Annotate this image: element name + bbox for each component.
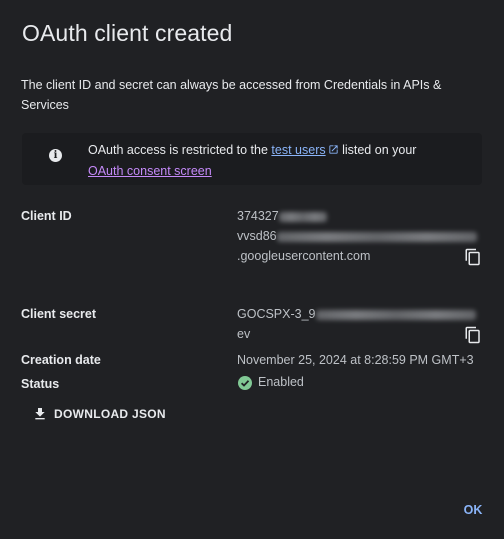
download-json-label: DOWNLOAD JSON [54,407,166,421]
redacted-blur [315,309,476,320]
status-value: Enabled [258,375,304,389]
client-secret-line1: GOCSPX-3_9 [237,307,316,321]
download-json-button[interactable]: DOWNLOAD JSON [32,402,166,426]
copy-icon [465,248,480,266]
copy-icon [465,326,480,344]
client-id-line3: .googleusercontent.com [237,249,371,263]
oauth-client-created-dialog: OAuth client created The client ID and s… [0,0,504,539]
dialog-description: The client ID and secret can always be a… [21,78,442,112]
info-text-before: OAuth access is restricted to the [88,143,272,157]
check-circle-icon [238,376,252,390]
client-secret-label: Client secret [21,307,97,321]
download-icon [35,408,45,420]
client-id-label: Client ID [21,209,72,223]
info-icon: i [49,149,62,162]
creation-date-value: November 25, 2024 at 8:28:59 PM GMT+3 [237,353,474,367]
test-users-link[interactable]: test users [271,143,325,157]
client-id-line1: 374327 [237,209,279,223]
redacted-blur [278,211,327,222]
client-id-value: 374327 vvsd86 .googleusercontent.com [237,206,482,266]
info-text-after: listed on your [338,143,417,157]
copy-client-secret-button[interactable] [464,326,484,346]
redacted-blur [276,231,477,242]
client-id-line2: vvsd86 [237,229,277,243]
client-secret-value: GOCSPX-3_9 ev [237,304,482,344]
copy-client-id-button[interactable] [464,248,484,268]
creation-date-label: Creation date [21,353,101,367]
status-label: Status [21,377,60,391]
info-banner: i OAuth access is restricted to the test… [22,133,482,185]
open-in-new-icon[interactable] [328,141,339,161]
info-text: OAuth access is restricted to the test u… [88,140,468,181]
client-secret-line2: ev [237,327,251,341]
dialog-title: OAuth client created [22,20,233,46]
oauth-consent-screen-link[interactable]: OAuth consent screen [88,164,212,178]
ok-button[interactable]: OK [456,500,490,520]
